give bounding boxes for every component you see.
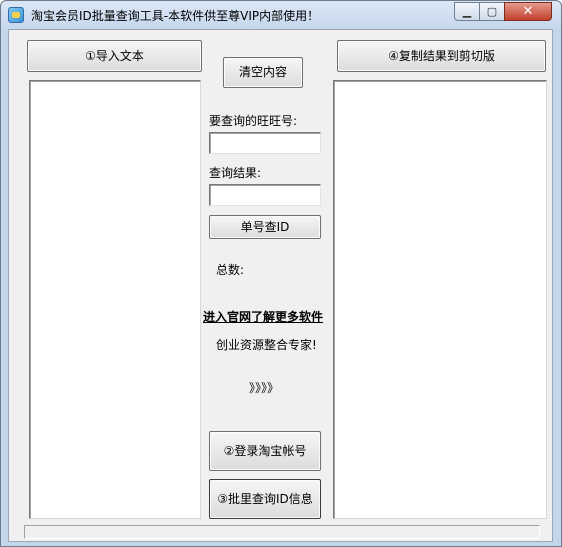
- client-area: ①导入文本 清空内容 ④复制结果到剪切版 要查询的旺旺号: 查询结果: 单号查I…: [8, 29, 553, 542]
- copy-to-clipboard-button[interactable]: ④复制结果到剪切版: [337, 40, 546, 72]
- app-icon: [8, 7, 24, 23]
- result-label: 查询结果:: [209, 166, 262, 180]
- wangwang-input[interactable]: [209, 132, 321, 154]
- window-title: 淘宝会员ID批量查询工具-本软件供至尊VIP内部使用！: [31, 9, 320, 23]
- title-bar[interactable]: 淘宝会员ID批量查询工具-本软件供至尊VIP内部使用！ ▁ ▢ ✕: [1, 1, 561, 29]
- app-window: 淘宝会员ID批量查询工具-本软件供至尊VIP内部使用！ ▁ ▢ ✕ ①导入文本 …: [0, 0, 562, 547]
- wangwang-label: 要查询的旺旺号:: [209, 114, 298, 128]
- maximize-icon: ▢: [486, 5, 498, 18]
- result-list-box[interactable]: [333, 80, 547, 519]
- slogan-text: 创业资源整合专家!: [216, 338, 317, 352]
- close-button[interactable]: ✕: [504, 2, 552, 21]
- clear-content-button[interactable]: 清空内容: [223, 57, 303, 88]
- input-list-box[interactable]: [29, 80, 201, 519]
- close-icon: ✕: [522, 4, 534, 19]
- login-taobao-button[interactable]: ②登录淘宝帐号: [209, 431, 321, 471]
- maximize-button[interactable]: ▢: [479, 2, 505, 21]
- result-field[interactable]: [209, 184, 321, 206]
- website-link[interactable]: 进入官网了解更多软件: [203, 308, 323, 325]
- minimize-button[interactable]: ▁: [454, 2, 480, 21]
- arrows-text: 》》》》: [249, 381, 280, 395]
- total-label: 总数:: [216, 263, 245, 277]
- batch-query-button[interactable]: ③批里查询ID信息: [209, 479, 321, 519]
- minimize-icon: ▁: [462, 5, 472, 18]
- status-bar: [24, 525, 540, 539]
- import-text-button[interactable]: ①导入文本: [27, 40, 202, 72]
- single-query-button[interactable]: 单号查ID: [209, 215, 321, 239]
